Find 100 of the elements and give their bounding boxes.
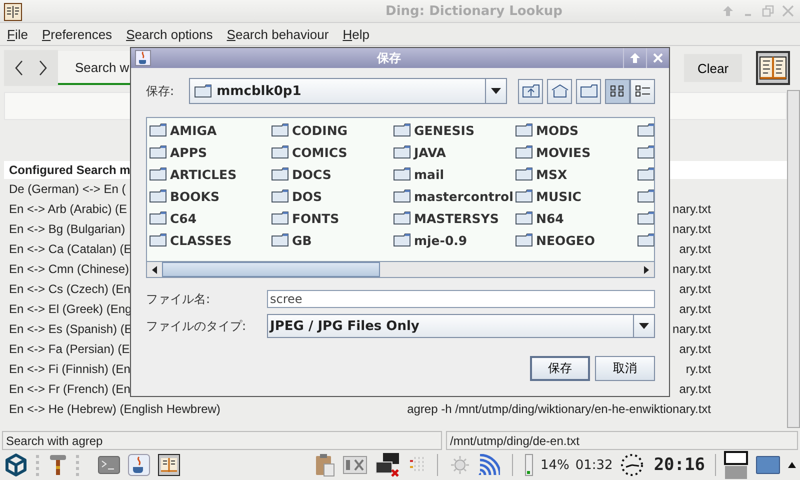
menu-item[interactable]: Search options (119, 26, 220, 42)
folder-icon (149, 189, 167, 203)
switch-icon[interactable] (343, 456, 368, 474)
clear-button[interactable]: Clear (684, 54, 742, 82)
clipboard-icon[interactable] (315, 453, 336, 477)
table-cell: En <-> Cs (Czech) (En (9, 282, 130, 296)
file-type-dropdown[interactable]: JPEG / JPG Files Only (267, 314, 655, 338)
forward-icon[interactable] (38, 60, 48, 76)
network-disconnected-icon[interactable] (375, 452, 402, 478)
details-view-button[interactable] (630, 78, 655, 104)
folder-item[interactable]: APPS (170, 144, 207, 160)
back-icon[interactable] (14, 60, 24, 76)
folder-icon (515, 167, 533, 181)
folder-item[interactable]: CODING (292, 122, 348, 138)
up-folder-button[interactable] (518, 78, 543, 104)
folder-icon (271, 167, 289, 181)
dialog-button[interactable]: 保存 (530, 356, 590, 381)
table-cell: ary.txt (679, 302, 711, 316)
hammer-icon[interactable] (48, 453, 68, 477)
folder-icon (515, 233, 533, 247)
scroll-left-icon[interactable] (152, 266, 157, 274)
folder-item[interactable]: ARTICLES (170, 166, 237, 182)
menu-item[interactable]: Search behaviour (220, 26, 336, 42)
battery-icon[interactable] (525, 454, 534, 476)
table-cell: nary.txt (672, 322, 711, 336)
java-cup-icon[interactable] (128, 454, 150, 476)
folder-icon (149, 123, 167, 137)
status-text: Search with agrep (2, 431, 442, 450)
table-cell: En <-> Arb (Arabic) (E (9, 202, 128, 216)
wifi-icon[interactable] (478, 454, 500, 476)
table-cell: ary.txt (679, 282, 711, 296)
scrollbar[interactable] (787, 90, 800, 428)
home-button[interactable] (547, 78, 572, 104)
folder-item[interactable]: C64 (170, 210, 197, 226)
folder-icon (149, 233, 167, 247)
dialog-button[interactable]: 取消 (595, 356, 655, 381)
up-arrow-icon[interactable] (788, 462, 796, 468)
folder-item[interactable]: MODS (536, 122, 578, 138)
table-cell: En <-> Bg (Bulgarian) (9, 222, 126, 236)
table-cell: nary.txt (672, 202, 711, 216)
caret-icon (491, 88, 501, 94)
folder-item[interactable]: MSX (536, 166, 568, 182)
folder-icon (515, 123, 533, 137)
folder-item[interactable]: mje-0.9 (414, 232, 468, 248)
table-cell: ry.txt (686, 362, 711, 376)
clock-icon[interactable] (620, 453, 644, 477)
folder-item[interactable]: CLASSES (170, 232, 232, 248)
folder-item[interactable]: COMICS (292, 144, 348, 160)
folder-icon (271, 233, 289, 247)
status-text: /mnt/utmp/ding/de-en.txt (446, 431, 798, 450)
menu-item[interactable]: File (0, 26, 35, 42)
folder-icon (149, 167, 167, 181)
terminal-icon[interactable] (98, 456, 120, 474)
folder-item[interactable]: mail (414, 166, 444, 182)
new-folder-button[interactable] (576, 78, 601, 104)
menu-item[interactable]: Help (336, 26, 376, 42)
folder-item[interactable]: mastercontrol (414, 188, 514, 204)
folder-item[interactable]: FONTS (292, 210, 340, 226)
folder-item[interactable]: GB (292, 232, 312, 248)
folder-item[interactable]: N64 (536, 210, 564, 226)
file-name-label: ファイル名: (146, 290, 210, 308)
dialog-title: 保存 (376, 50, 402, 66)
caret-icon (639, 323, 649, 329)
folder-item[interactable]: MASTERSYS (414, 210, 499, 226)
folder-icon (393, 145, 411, 159)
clock[interactable]: 20:16 (654, 455, 705, 475)
folder-item[interactable]: GENESIS (414, 122, 474, 138)
menu-item[interactable]: Preferences (34, 26, 120, 42)
file-type-label: ファイルのタイプ: (146, 318, 246, 334)
table-cell: nary.txt (672, 222, 711, 236)
folder-item[interactable]: AMIGA (170, 122, 217, 138)
window-icon[interactable] (724, 451, 748, 479)
folder-item[interactable]: MUSIC (536, 188, 582, 204)
dictionary-button[interactable] (756, 51, 790, 85)
table-cell: En <-> Fr (French) (En (9, 382, 130, 396)
list-view-button[interactable] (605, 78, 630, 104)
file-name-field[interactable]: scree (267, 290, 655, 308)
cube-icon[interactable] (4, 453, 28, 477)
folder-dropdown[interactable]: mmcblk0p1 (188, 78, 507, 104)
horizontal-scrollbar[interactable] (147, 261, 654, 277)
grid-view-icon (610, 84, 626, 98)
table-cell: De (German) <-> En ( (9, 182, 126, 196)
folder-item[interactable]: NEOGEO (536, 232, 596, 248)
time-remaining: 01:32 (575, 458, 613, 472)
book-icon[interactable] (158, 454, 180, 476)
scroll-right-icon[interactable] (644, 266, 649, 274)
folder-icon (149, 145, 167, 159)
folder-icon (194, 84, 212, 98)
battery-percent: 14% (540, 458, 570, 472)
folder-icon (393, 233, 411, 247)
folder-item[interactable]: DOS (292, 188, 322, 204)
table-cell: ary.txt (679, 382, 711, 396)
folder-name: mmcblk0p1 (216, 84, 302, 98)
folder-item[interactable]: DOCS (292, 166, 332, 182)
folder-item[interactable]: MOVIES (536, 144, 591, 160)
table-cell: ary.txt (679, 242, 711, 256)
folder-icon (637, 145, 654, 159)
folder-icon (637, 167, 654, 181)
folder-item[interactable]: BOOKS (170, 188, 220, 204)
folder-item[interactable]: JAVA (414, 144, 446, 160)
